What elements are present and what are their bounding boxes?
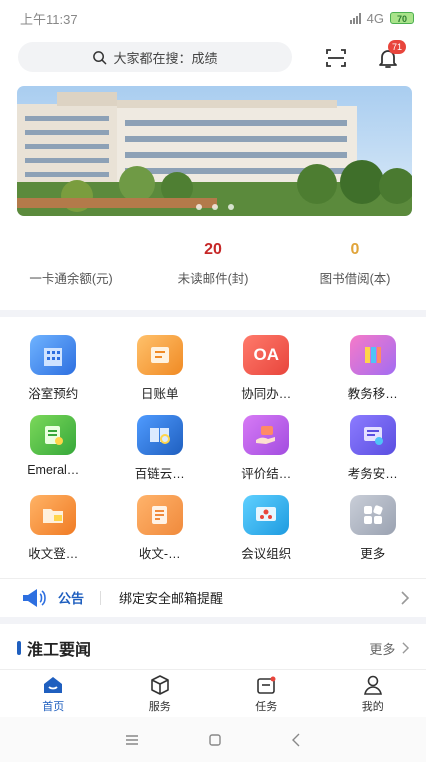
service-label: 日账单 <box>140 387 179 401</box>
service-label: 浴室预约 <box>28 387 79 401</box>
service-label: 评价结… <box>241 467 292 481</box>
tab-label: 我的 <box>361 701 384 713</box>
more-label: 更多 <box>369 641 396 657</box>
stat-card-balance[interactable]: 一卡通余额(元) <box>0 240 142 290</box>
service-label: 教务移… <box>347 387 398 401</box>
search-placeholder: 大家都在搜：成绩 <box>113 50 218 66</box>
news-more-link[interactable]: 更多 <box>369 639 410 658</box>
service-label: 收文-… <box>138 547 181 561</box>
news-section-header: 淮工要闻 更多 <box>0 630 426 666</box>
service-item[interactable]: Emeral… <box>0 410 107 490</box>
section-divider <box>0 310 426 317</box>
announcement-text: 绑定安全邮箱提醒 <box>119 591 224 606</box>
signal-icon <box>349 12 361 24</box>
notepad-icon <box>136 495 183 535</box>
system-navigation-bar <box>0 717 426 762</box>
service-item[interactable]: 日账单 <box>107 330 214 410</box>
carousel-dot[interactable] <box>211 204 218 210</box>
service-item[interactable]: 浴室预约 <box>0 330 107 410</box>
building-icon <box>30 335 77 375</box>
service-item[interactable]: 教务移… <box>320 330 426 410</box>
carousel-dot[interactable] <box>227 204 234 210</box>
home-square-icon[interactable] <box>208 733 222 747</box>
carousel-dot[interactable] <box>195 204 202 210</box>
stat-label: 图书借阅(本) <box>319 272 391 286</box>
books-icon <box>349 335 396 375</box>
tab-services[interactable]: 服务 <box>107 670 214 717</box>
service-grid: 浴室预约 日账单 OA 协同办… 教务移… Emeral… 百链云… 评价结… … <box>0 330 426 570</box>
stat-card-library[interactable]: 0 图书借阅(本) <box>284 240 426 290</box>
scan-icon[interactable] <box>324 46 348 70</box>
chevron-right-icon <box>402 641 410 654</box>
search-icon <box>93 50 107 64</box>
section-marker <box>17 641 21 655</box>
network-type: 4G <box>366 10 384 26</box>
megaphone-icon <box>23 588 46 607</box>
tab-home[interactable]: 首页 <box>0 670 107 717</box>
news-title: 淮工要闻 <box>27 642 92 659</box>
bottom-tab-bar: 首页 服务 任务 我的 <box>0 669 426 717</box>
back-icon[interactable] <box>291 733 301 747</box>
banner-carousel[interactable] <box>17 86 412 216</box>
cube-icon <box>150 675 169 695</box>
oa-icon: OA <box>243 335 290 375</box>
stat-value: 20 <box>204 241 222 258</box>
stats-row: 一卡通余额(元) 20 未读邮件(封) 0 图书借阅(本) <box>0 240 426 290</box>
tab-profile[interactable]: 我的 <box>320 670 426 717</box>
stat-label: 未读邮件(封) <box>177 272 249 286</box>
folder-icon <box>30 495 77 535</box>
status-indicators: 4G 70 <box>349 10 414 26</box>
exam-icon <box>349 415 396 455</box>
tab-tasks[interactable]: 任务 <box>213 670 320 717</box>
section-divider <box>0 617 426 624</box>
hand-card-icon <box>243 415 290 455</box>
stat-value: 0 <box>350 241 360 258</box>
service-item[interactable]: 百链云… <box>107 410 214 490</box>
separator <box>100 590 102 605</box>
stat-value <box>0 240 142 260</box>
menu-icon[interactable] <box>125 734 139 746</box>
more-grid-icon <box>349 495 396 535</box>
notification-badge: 71 <box>388 40 406 54</box>
service-label: 收文登… <box>28 547 79 561</box>
status-bar: 上午11:37 4G 70 <box>0 0 426 36</box>
announcement-bar[interactable]: 公告 绑定安全邮箱提醒 <box>0 578 426 616</box>
stat-card-mail[interactable]: 20 未读邮件(封) <box>142 240 284 290</box>
stat-label: 一卡通余额(元) <box>29 272 113 286</box>
app-screen: 上午11:37 4G 70 大家都在搜：成绩 71 一卡通余额(元) 20 未读… <box>0 0 426 762</box>
task-icon <box>257 676 276 694</box>
campus-building-image <box>17 86 412 216</box>
tab-label: 任务 <box>255 701 278 713</box>
announcement-tag: 公告 <box>58 591 85 606</box>
home-icon <box>44 677 63 693</box>
service-label: 协同办… <box>241 387 292 401</box>
search-bar[interactable]: 大家都在搜：成绩 <box>18 42 292 72</box>
oa-icon-text: OA <box>253 345 280 364</box>
service-label: 百链云… <box>134 467 185 481</box>
service-item[interactable]: OA 协同办… <box>213 330 320 410</box>
service-label: 更多 <box>360 547 386 561</box>
top-bar: 大家都在搜：成绩 71 <box>0 40 426 74</box>
service-item[interactable]: 评价结… <box>213 410 320 490</box>
user-icon <box>363 675 382 695</box>
service-label: Emeral… <box>27 463 80 477</box>
service-label: 会议组织 <box>241 547 292 561</box>
status-time: 上午11:37 <box>20 11 78 27</box>
service-item[interactable]: 更多 <box>320 490 426 570</box>
book-search-icon <box>136 415 183 455</box>
meeting-icon <box>243 495 290 535</box>
carousel-dots <box>17 204 412 210</box>
service-label: 考务安… <box>347 467 398 481</box>
tab-label: 服务 <box>148 701 171 713</box>
service-item[interactable]: 收文登… <box>0 490 107 570</box>
chevron-right-icon <box>401 590 410 605</box>
battery-icon: 70 <box>390 12 414 24</box>
bill-icon <box>136 335 183 375</box>
service-item[interactable]: 收文-… <box>107 490 214 570</box>
document-icon <box>30 415 77 455</box>
service-item[interactable]: 考务安… <box>320 410 426 490</box>
service-item[interactable]: 会议组织 <box>213 490 320 570</box>
tab-label: 首页 <box>42 701 65 713</box>
